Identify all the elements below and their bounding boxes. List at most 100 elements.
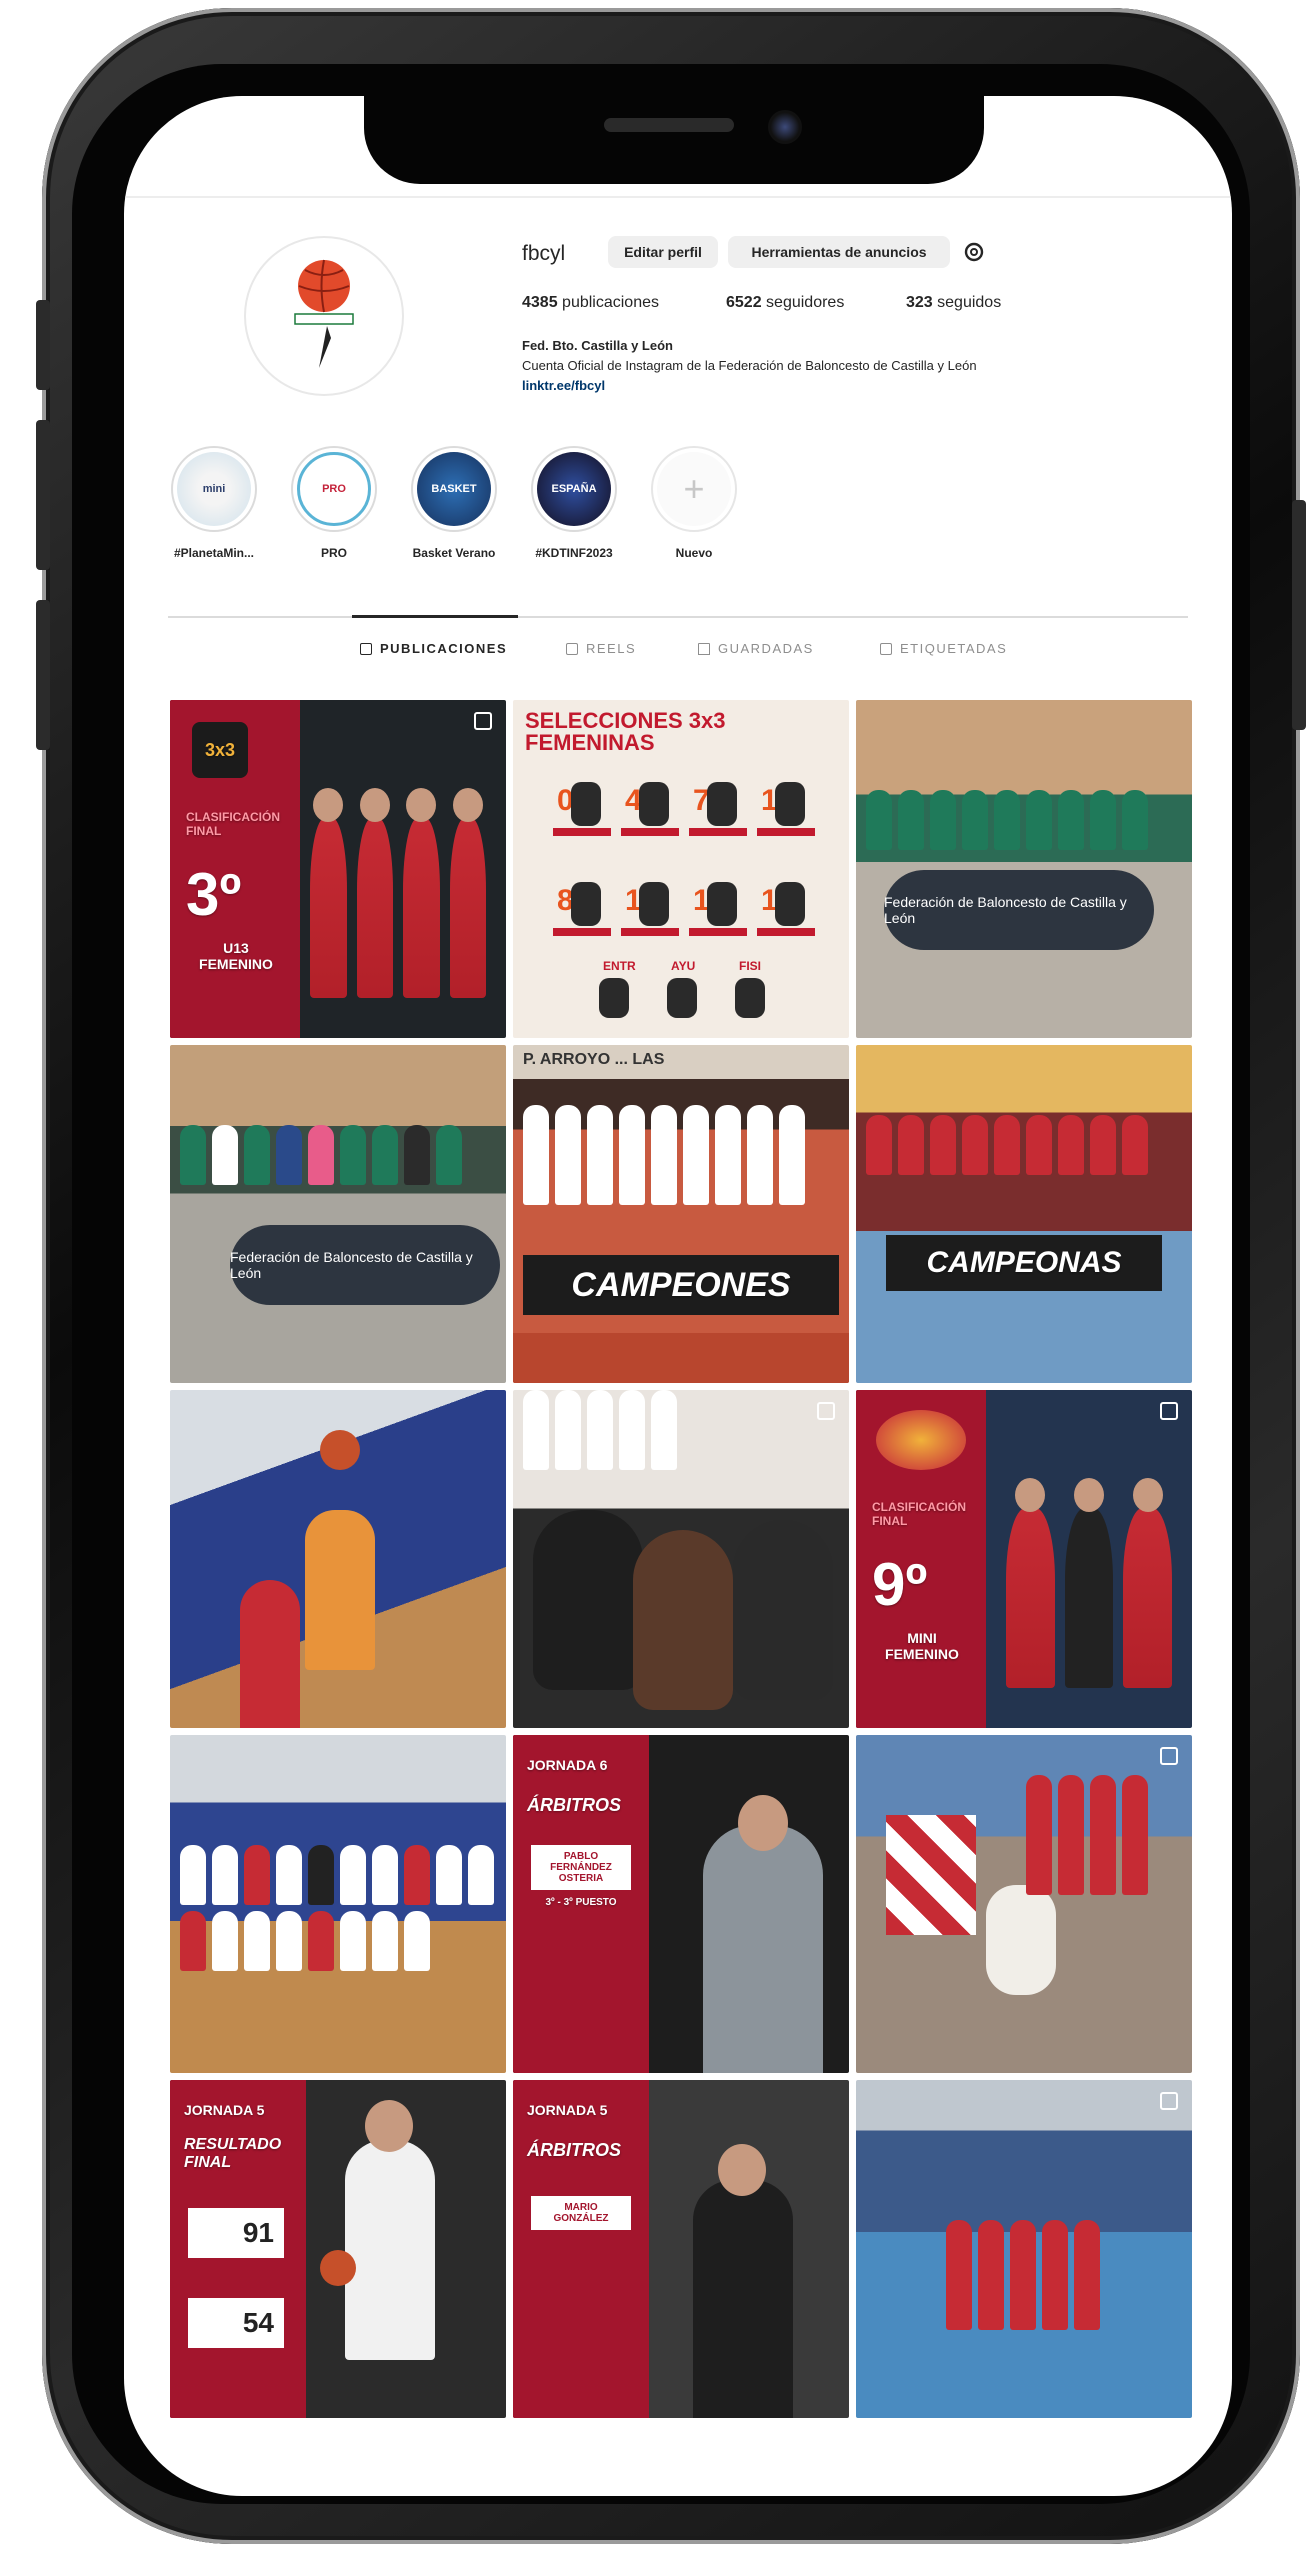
fbcyl-logo-icon <box>294 259 354 368</box>
tab-saved[interactable]: GUARDADAS <box>698 641 814 656</box>
federation-banner: Federación de Baloncesto de Castilla y L… <box>230 1225 500 1305</box>
grid-icon <box>360 642 372 655</box>
profile-link[interactable]: linktr.ee/fbcyl <box>522 378 605 393</box>
notch <box>364 96 984 184</box>
carousel-icon <box>1160 1402 1178 1420</box>
tab-tagged[interactable]: ETIQUETADAS <box>880 641 1007 656</box>
player-head <box>365 2100 413 2152</box>
referee-name: MARIO GONZÁLEZ <box>531 2196 631 2230</box>
fans-photo <box>1026 1775 1182 1895</box>
post-tile[interactable]: P. ARROYO ... LAS CAMPEONES <box>513 1045 849 1383</box>
highlight-label: PRO <box>320 546 347 560</box>
side-button-mute <box>36 300 50 390</box>
highlight-new[interactable]: + Nuevo <box>634 446 754 560</box>
bookmark-icon <box>698 642 710 655</box>
post-tile[interactable]: JORNADA 5 ÁRBITROS MARIO GONZÁLEZ <box>513 2080 849 2418</box>
tab-active-indicator <box>352 615 518 618</box>
tab-reels[interactable]: REELS <box>566 641 636 656</box>
post-title: RESULTADO FINAL <box>184 2136 282 2171</box>
post-tile[interactable] <box>856 2080 1192 2418</box>
top-divider <box>124 196 1232 198</box>
carousel-icon <box>474 712 492 730</box>
highlight-cover: PRO <box>297 452 371 526</box>
away-score: 54 <box>188 2298 284 2348</box>
highlight-cover: ESPAÑA <box>537 452 611 526</box>
planeta-mini-logo <box>876 1410 966 1470</box>
following-count: 323 <box>906 294 933 311</box>
group-photo <box>180 1125 496 1185</box>
followers-label: seguidores <box>766 294 845 311</box>
profile-username: fbcyl <box>522 242 566 265</box>
post-tile[interactable] <box>170 1390 506 1728</box>
home-score: 91 <box>188 2208 284 2258</box>
flag-graphic <box>886 1815 976 1935</box>
post-tile[interactable]: CLASIFICACIÓN FINAL 9º MINI FEMENINO <box>856 1390 1192 1728</box>
highlight-pro[interactable]: PRO PRO <box>274 446 394 560</box>
highlight-planetamini[interactable]: mini #PlanetaMin... <box>154 446 274 560</box>
post-tile[interactable] <box>513 1390 849 1728</box>
post-tile[interactable] <box>170 1735 506 2073</box>
highlight-ring: + <box>651 446 737 532</box>
post-category: MINI FEMENINO <box>885 1630 959 1662</box>
posts-label: publicaciones <box>562 294 659 311</box>
post-round: JORNADA 5 <box>527 2102 608 2118</box>
post-tile[interactable]: CAMPEONAS <box>856 1045 1192 1383</box>
tab-saved-label: GUARDADAS <box>718 641 814 656</box>
side-button-volume-up <box>36 420 50 570</box>
post-title: ÁRBITROS <box>527 1795 621 1815</box>
followers-stat[interactable]: 6522 seguidores <box>726 294 844 312</box>
post-tile[interactable]: SELECCIONES 3x3 FEMENINAS 0 4 7 17 8 16 … <box>513 700 849 1038</box>
profile-avatar[interactable] <box>244 236 404 396</box>
highlight-label: Nuevo <box>675 546 713 560</box>
staff-label: AYU <box>671 959 695 973</box>
highlight-kdtinf2023[interactable]: ESPAÑA #KDTINF2023 <box>514 446 634 560</box>
highlight-basket-verano[interactable]: BASKET Basket Verano <box>394 446 514 560</box>
venue-sign: P. ARROYO ... LAS <box>523 1051 665 1068</box>
post-round: JORNADA 6 <box>527 1757 608 1773</box>
followers-count: 6522 <box>726 294 762 311</box>
referee-meta: 3º - 3º PUESTO <box>545 1897 617 1908</box>
champions-banner: CAMPEONES <box>523 1255 839 1315</box>
staff-label: ENTR <box>603 959 636 973</box>
post-tile[interactable]: JORNADA 6 ÁRBITROS PABLO FERNÁNDEZ OSTER… <box>513 1735 849 2073</box>
side-button-power <box>1292 500 1306 730</box>
tab-posts[interactable]: PUBLICACIONES <box>360 641 507 656</box>
post-tile[interactable]: 3x3 CLASIFICACIÓN FINAL 3º U13 FEMENINO <box>170 700 506 1038</box>
edit-profile-button[interactable]: Editar perfil <box>608 236 718 268</box>
champions-banner: CAMPEONAS <box>886 1235 1162 1291</box>
team-photo <box>310 798 486 998</box>
post-tile[interactable]: Federación de Baloncesto de Castilla y L… <box>856 700 1192 1038</box>
post-tile[interactable] <box>856 1735 1192 2073</box>
celebration-photo <box>523 1105 839 1205</box>
post-side-text: CLASIFICACIÓN FINAL <box>186 810 280 838</box>
post-side-panel <box>513 2080 649 2418</box>
highlight-ring: BASKET <box>411 446 497 532</box>
post-side-text: CLASIFICACIÓN FINAL <box>872 1500 966 1528</box>
highlight-label: Basket Verano <box>412 546 496 560</box>
ad-tools-button[interactable]: Herramientas de anuncios <box>728 236 950 268</box>
post-logo: 3x3 <box>192 722 248 778</box>
post-round: JORNADA 5 <box>184 2102 265 2118</box>
profile-full-name: Fed. Bto. Castilla y León <box>522 338 673 353</box>
reels-icon <box>566 642 578 655</box>
referee-head <box>718 2144 766 2196</box>
award-photo <box>1006 1488 1173 1688</box>
team-photo <box>946 2220 1182 2330</box>
highlight-label: #PlanetaMin... <box>173 546 255 560</box>
following-label: seguidos <box>937 294 1002 311</box>
highlight-cover: BASKET <box>417 452 491 526</box>
staff-label: FISI <box>739 959 761 973</box>
player-figure <box>345 2140 435 2360</box>
post-placing: 9º <box>872 1551 928 1618</box>
plus-icon: + <box>657 452 731 526</box>
following-stat[interactable]: 323 seguidos <box>906 294 1001 312</box>
gear-icon[interactable] <box>962 240 986 264</box>
basketball-icon <box>320 1430 360 1470</box>
group-photo <box>866 790 1182 850</box>
roster-graphic: 0 4 7 17 8 16 17 18 <box>553 782 815 1018</box>
post-tile[interactable]: Federación de Baloncesto de Castilla y L… <box>170 1045 506 1383</box>
team-group-photo <box>180 1845 496 1971</box>
post-tile[interactable]: JORNADA 5 RESULTADO FINAL 91 54 <box>170 2080 506 2418</box>
tab-tagged-label: ETIQUETADAS <box>900 641 1008 656</box>
posts-stat[interactable]: 4385 publicaciones <box>522 294 659 312</box>
